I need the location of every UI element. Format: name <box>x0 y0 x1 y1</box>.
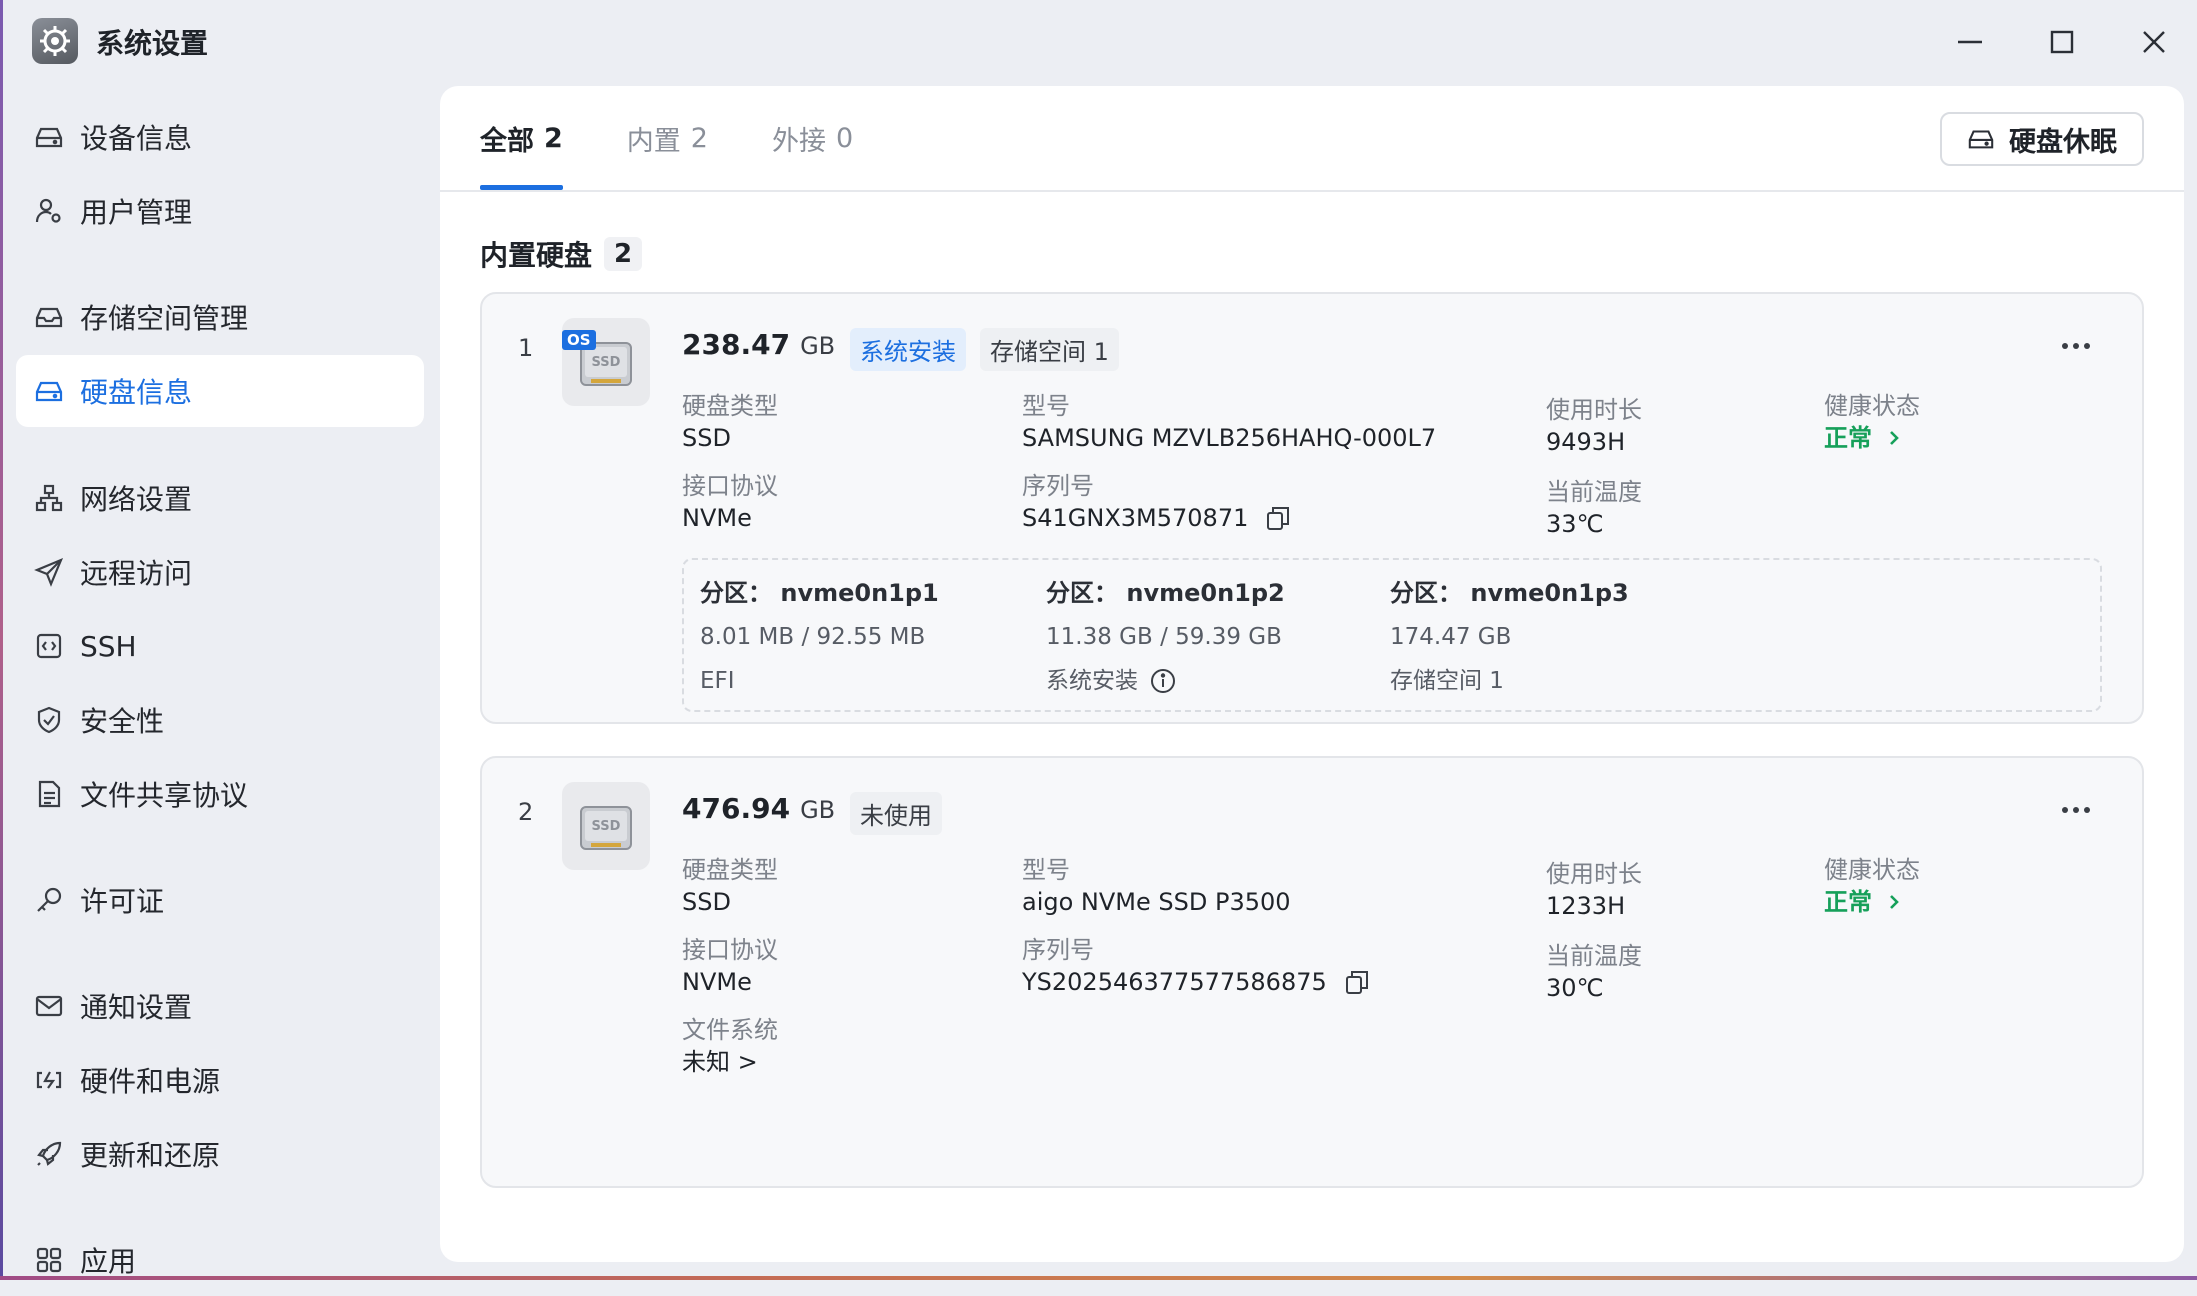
document-icon <box>32 777 66 811</box>
disk-sleep-button[interactable]: 硬盘休眠 <box>1940 112 2144 166</box>
main-panel: 全部 2 内置 2 外接 0 硬盘休眠 内置硬盘 2 1 SSD OS 238.47 <box>440 86 2184 1262</box>
minimize-icon <box>1958 40 1982 44</box>
tab-all[interactable]: 全部 2 <box>480 86 563 190</box>
sidebar-item-security[interactable]: 安全性 <box>16 684 424 756</box>
model-field: 型号 SAMSUNG MZVLB256HAHQ-000L7 <box>1022 392 1437 452</box>
key-icon <box>32 883 66 917</box>
disk-index: 1 <box>518 334 534 362</box>
sidebar-item-disk-info[interactable]: 硬盘信息 <box>16 355 424 427</box>
maximize-button[interactable] <box>2040 20 2084 64</box>
minimize-button[interactable] <box>1948 20 1992 64</box>
network-icon <box>32 481 66 515</box>
uptime-field: 使用时长 9493H <box>1546 396 1642 456</box>
more-icon <box>2062 343 2090 349</box>
disk-size: 476.94 GB <box>682 792 836 825</box>
shield-icon <box>32 703 66 737</box>
sidebar-item-network[interactable]: 网络设置 <box>16 462 424 534</box>
partition-item: 分区： nvme0n1p2 11.38 GB / 59.39 GB 系统安装 <box>1046 579 1285 694</box>
model-field: 型号 aigo NVMe SSD P3500 <box>1022 856 1291 916</box>
title-bar: 系统设置 <box>0 0 2197 84</box>
disk-icon <box>32 374 66 408</box>
copy-serial-button[interactable] <box>1264 504 1292 532</box>
disk-badges: 系统安装 存储空间 1 <box>850 328 1119 371</box>
serial-field: 序列号 YS202546377577586875 <box>1022 934 1371 998</box>
sidebar-item-apps[interactable]: 应用 <box>16 1224 424 1296</box>
file-system-link[interactable]: 未知 > <box>682 1046 778 1078</box>
maximize-icon <box>2050 30 2074 54</box>
close-button[interactable] <box>2132 20 2176 64</box>
sidebar-item-update-restore[interactable]: 更新和还原 <box>16 1118 424 1190</box>
tab-internal[interactable]: 内置 2 <box>627 86 708 190</box>
copy-icon <box>1345 971 1368 994</box>
code-icon <box>32 629 66 663</box>
desktop-edge <box>0 0 3 1280</box>
svg-text:SSD: SSD <box>592 819 621 834</box>
unused-badge: 未使用 <box>850 792 942 835</box>
drive-icon <box>32 120 66 154</box>
health-status-link[interactable]: 正常 <box>1824 886 1920 918</box>
close-icon <box>2143 31 2165 53</box>
section-title: 内置硬盘 2 <box>480 234 643 274</box>
health-field: 健康状态 正常 <box>1824 392 1920 454</box>
interface-field: 接口协议 NVMe <box>682 936 778 996</box>
drive-icon <box>1968 130 1994 149</box>
partition-item: 分区： nvme0n1p3 174.47 GB 存储空间 1 <box>1390 579 1629 694</box>
temperature-field: 当前温度 30℃ <box>1546 942 1642 1002</box>
sidebar-item-device-info[interactable]: 设备信息 <box>16 101 424 173</box>
temperature-field: 当前温度 33℃ <box>1546 478 1642 538</box>
rocket-icon <box>32 1137 66 1171</box>
window-title: 系统设置 <box>96 27 209 60</box>
tab-external[interactable]: 外接 0 <box>772 86 853 190</box>
health-field: 健康状态 正常 <box>1824 856 1920 918</box>
mail-icon <box>32 989 66 1023</box>
sidebar-item-file-sharing[interactable]: 文件共享协议 <box>16 758 424 830</box>
disk-index: 2 <box>518 798 534 826</box>
tab-bar: 全部 2 内置 2 外接 0 <box>480 86 917 190</box>
section-count: 2 <box>604 237 643 271</box>
sidebar-item-license[interactable]: 许可证 <box>16 864 424 936</box>
interface-field: 接口协议 NVMe <box>682 472 778 532</box>
disk-card: 1 SSD OS 238.47 GB 系统安装 存储空间 1 硬盘类型 SSD … <box>480 292 2144 724</box>
sidebar-item-notifications[interactable]: 通知设置 <box>16 970 424 1042</box>
copy-serial-button[interactable] <box>1343 968 1371 996</box>
copy-icon <box>1267 507 1290 530</box>
disk-type-field: 硬盘类型 SSD <box>682 392 778 452</box>
health-status-link[interactable]: 正常 <box>1824 422 1920 454</box>
more-options-button[interactable] <box>2054 334 2098 358</box>
system-install-badge: 系统安装 <box>850 328 966 371</box>
sidebar-item-hardware-power[interactable]: 硬件和电源 <box>16 1044 424 1116</box>
chevron-right-icon <box>1890 431 1899 445</box>
sidebar-item-user-management[interactable]: 用户管理 <box>16 175 424 247</box>
serial-field: 序列号 S41GNX3M570871 <box>1022 470 1292 534</box>
power-icon <box>32 1063 66 1097</box>
disk-card: 2 SSD 476.94 GB 未使用 硬盘类型 SSD 型号 aigo NVM… <box>480 756 2144 1188</box>
disk-size: 238.47 GB <box>682 328 836 361</box>
more-icon <box>2062 807 2090 813</box>
svg-text:SSD: SSD <box>592 355 621 370</box>
os-badge: OS <box>562 330 596 350</box>
tab-divider <box>440 190 2184 192</box>
disk-badges: 未使用 <box>850 792 942 835</box>
more-options-button[interactable] <box>2054 798 2098 822</box>
ssd-icon: SSD <box>562 782 650 870</box>
apps-icon <box>32 1243 66 1277</box>
settings-app-icon <box>32 18 78 64</box>
file-system-field: 文件系统 未知 > <box>682 1016 778 1078</box>
sidebar-item-storage[interactable]: 存储空间管理 <box>16 281 424 353</box>
user-gear-icon <box>32 194 66 228</box>
partition-list: 分区： nvme0n1p1 8.01 MB / 92.55 MB EFI 分区：… <box>682 558 2102 712</box>
storage-space-badge: 存储空间 1 <box>980 328 1119 371</box>
sidebar-item-remote-access[interactable]: 远程访问 <box>16 536 424 608</box>
sidebar-item-ssh[interactable]: SSH <box>16 610 424 682</box>
info-icon[interactable] <box>1150 668 1176 694</box>
send-icon <box>32 555 66 589</box>
chevron-right-icon <box>1890 895 1899 909</box>
partition-item: 分区： nvme0n1p1 8.01 MB / 92.55 MB EFI <box>700 579 939 694</box>
storage-icon <box>32 300 66 334</box>
uptime-field: 使用时长 1233H <box>1546 860 1642 920</box>
disk-type-field: 硬盘类型 SSD <box>682 856 778 916</box>
